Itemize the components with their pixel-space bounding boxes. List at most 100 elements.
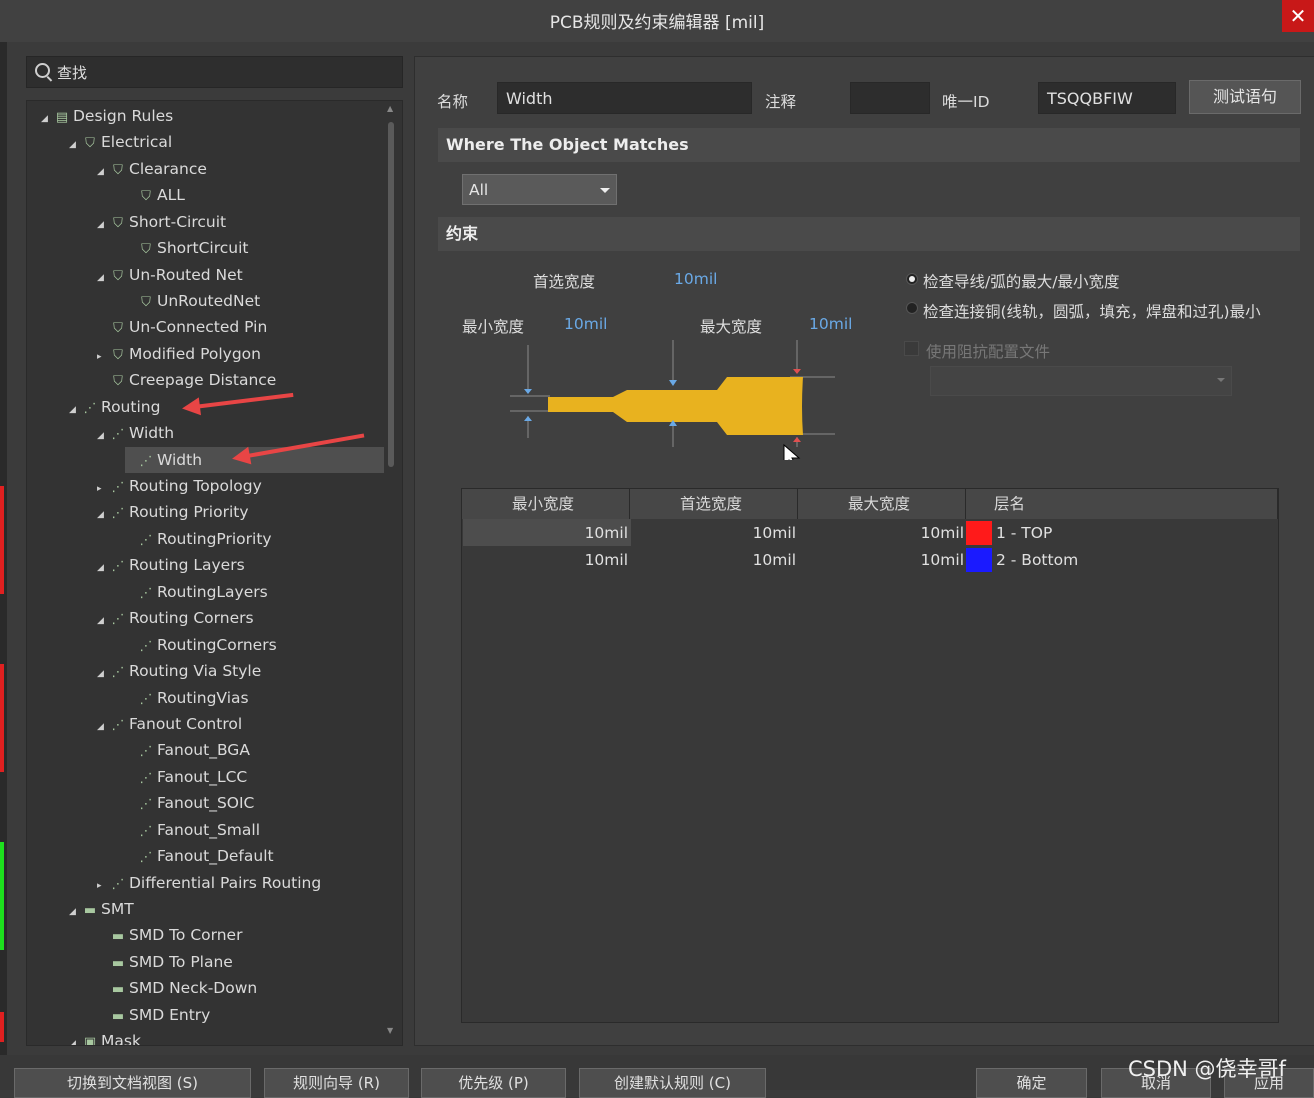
expand-toggle-icon[interactable]: ◢ bbox=[97, 502, 109, 528]
switch-to-document-view-button[interactable]: 切换到文档视图 (S) bbox=[14, 1068, 251, 1098]
close-button[interactable]: ✕ bbox=[1282, 0, 1314, 32]
tree-item[interactable]: ⛉ Un-Connected Pin bbox=[97, 314, 267, 340]
rule-wizard-button[interactable]: 规则向导 (R) bbox=[264, 1068, 409, 1098]
tree-item[interactable]: ◢ ⋰ Routing bbox=[69, 394, 160, 420]
priorities-button[interactable]: 优先级 (P) bbox=[421, 1068, 566, 1098]
radio-check-copper-width[interactable] bbox=[906, 302, 918, 314]
expand-toggle-icon[interactable]: ◢ bbox=[97, 265, 109, 291]
routing-icon: ⋰ bbox=[111, 480, 125, 495]
tree-item[interactable]: ◢ ⛉ Clearance bbox=[97, 156, 207, 182]
radio-check-track-width[interactable] bbox=[906, 273, 918, 285]
tree-item[interactable]: ▬ SMD To Plane bbox=[97, 949, 233, 975]
tree-item-label: RoutingVias bbox=[157, 689, 249, 707]
test-query-button[interactable]: 测试语句 bbox=[1189, 80, 1301, 114]
max-width-value[interactable]: 10mil bbox=[809, 315, 852, 333]
tree-item[interactable]: ◢ ▣ Mask bbox=[69, 1028, 141, 1045]
tree-item[interactable]: ◢ ⛉ Un-Routed Net bbox=[97, 262, 243, 288]
routing-icon: ⋰ bbox=[139, 797, 153, 812]
impedance-profile-select[interactable] bbox=[930, 366, 1232, 396]
tree-item[interactable]: ⛉ Creepage Distance bbox=[97, 367, 276, 393]
tree-item-label: Electrical bbox=[101, 133, 173, 151]
impedance-profile-checkbox[interactable] bbox=[904, 341, 919, 356]
tree-item[interactable]: ▸ ⋰ Differential Pairs Routing bbox=[97, 870, 321, 896]
cell-min-width[interactable]: 10mil bbox=[462, 520, 628, 546]
max-width-label: 最大宽度 bbox=[700, 318, 763, 336]
tree-item[interactable]: ⋰ RoutingLayers bbox=[125, 579, 268, 605]
tree-item[interactable]: ◢ ⛉ Short-Circuit bbox=[97, 209, 226, 235]
expand-toggle-icon[interactable]: ◢ bbox=[97, 212, 109, 238]
expand-toggle-icon[interactable]: ◢ bbox=[97, 661, 109, 687]
tree-item[interactable]: ▸ ⛉ Modified Polygon bbox=[97, 341, 261, 367]
tree-item[interactable]: ▬ SMD To Corner bbox=[97, 922, 243, 948]
expand-toggle-icon[interactable]: ◢ bbox=[97, 159, 109, 185]
where-scope-select[interactable]: All bbox=[462, 174, 617, 205]
smt-icon: ▬ bbox=[111, 1009, 125, 1024]
expand-toggle-icon[interactable]: ◢ bbox=[97, 608, 109, 634]
routing-icon: ⋰ bbox=[111, 506, 125, 521]
routing-icon: ⋰ bbox=[139, 639, 153, 654]
chevron-down-icon bbox=[1217, 378, 1225, 382]
scroll-up-icon[interactable]: ▲ bbox=[387, 104, 393, 113]
tree-item[interactable]: ◢ ⛉ Electrical bbox=[69, 129, 172, 155]
cell-max-width[interactable]: 10mil bbox=[798, 520, 964, 546]
column-header-preferred-width[interactable]: 首选宽度 bbox=[630, 489, 798, 519]
unique-id-field[interactable]: TSQQBFIW bbox=[1038, 82, 1176, 114]
cell-max-width[interactable]: 10mil bbox=[798, 547, 964, 573]
column-header-min-width[interactable]: 最小宽度 bbox=[462, 489, 630, 519]
expand-toggle-icon[interactable]: ◢ bbox=[69, 397, 81, 423]
tree-scrollbar-thumb[interactable] bbox=[388, 122, 394, 467]
cell-min-width[interactable]: 10mil bbox=[462, 547, 628, 573]
tree-item[interactable]: ▬ SMD Neck-Down bbox=[97, 975, 257, 1001]
tree-item[interactable]: ⋰ Fanout_Small bbox=[125, 817, 261, 843]
expand-toggle-icon[interactable]: ◢ bbox=[69, 132, 81, 158]
tree-item[interactable]: ◢ ▬ SMT bbox=[69, 896, 134, 922]
create-default-rules-button[interactable]: 创建默认规则 (C) bbox=[579, 1068, 766, 1098]
expand-toggle-icon[interactable]: ◢ bbox=[41, 106, 53, 132]
tree-item[interactable]: ▬ SMD Entry bbox=[97, 1002, 210, 1028]
tree-item-label: ShortCircuit bbox=[157, 239, 249, 257]
tree-item[interactable]: ⋰ RoutingCorners bbox=[125, 632, 277, 658]
tree-item[interactable]: ▸ ⋰ Routing Topology bbox=[97, 473, 262, 499]
expand-toggle-icon[interactable]: ◢ bbox=[97, 714, 109, 740]
cursor-icon bbox=[783, 443, 801, 460]
expand-toggle-icon[interactable]: ◢ bbox=[97, 555, 109, 581]
tree-item[interactable]: ⛉ UnRoutedNet bbox=[125, 288, 260, 314]
radio-check-copper-width-label[interactable]: 检查连接铜(线轨，圆弧，填充，焊盘和过孔)最小 bbox=[923, 300, 1278, 322]
name-field[interactable]: Width bbox=[497, 82, 752, 114]
column-header-layer-name[interactable]: 层名 bbox=[966, 489, 1278, 519]
tree-item[interactable]: ⋰ Width bbox=[125, 447, 384, 473]
search-input[interactable]: 查找 bbox=[26, 56, 403, 88]
rules-tree[interactable]: ◢ ▤ Design Rules ◢ ⛉ Electrical ◢ ⛉ Clearance ⛉ AL… bbox=[26, 100, 403, 1046]
cell-layer-name[interactable]: 2 - Bottom bbox=[996, 547, 1078, 573]
tree-item[interactable]: ◢ ⋰ Width bbox=[97, 420, 174, 446]
cell-preferred-width[interactable]: 10mil bbox=[630, 547, 796, 573]
column-header-max-width[interactable]: 最大宽度 bbox=[798, 489, 966, 519]
tree-item[interactable]: ⋰ Fanout_Default bbox=[125, 843, 274, 869]
radio-check-track-width-label[interactable]: 检查导线/弧的最大/最小宽度 bbox=[923, 270, 1119, 292]
tree-item[interactable]: ◢ ⋰ Routing Corners bbox=[97, 605, 254, 631]
ok-button[interactable]: 确定 bbox=[976, 1068, 1087, 1098]
min-width-value[interactable]: 10mil bbox=[564, 315, 607, 333]
tree-item[interactable]: ⋰ RoutingPriority bbox=[125, 526, 272, 552]
expand-toggle-icon[interactable]: ◢ bbox=[69, 1031, 81, 1045]
preferred-width-value[interactable]: 10mil bbox=[674, 270, 717, 288]
tree-item[interactable]: ⋰ Fanout_BGA bbox=[125, 737, 250, 763]
tree-item[interactable]: ⋰ RoutingVias bbox=[125, 685, 249, 711]
tree-item[interactable]: ⋰ Fanout_LCC bbox=[125, 764, 248, 790]
cell-layer-name[interactable]: 1 - TOP bbox=[996, 520, 1052, 546]
tree-item[interactable]: ◢ ⋰ Fanout Control bbox=[97, 711, 242, 737]
tree-item[interactable]: ⛉ ALL bbox=[125, 182, 185, 208]
expand-toggle-icon[interactable]: ◢ bbox=[97, 423, 109, 449]
tree-item[interactable]: ⋰ Fanout_SOIC bbox=[125, 790, 255, 816]
tree-item[interactable]: ◢ ⋰ Routing Priority bbox=[97, 499, 249, 525]
comment-field[interactable] bbox=[850, 82, 930, 114]
tree-item-label: Differential Pairs Routing bbox=[129, 874, 322, 892]
tree-item[interactable]: ◢ ⋰ Routing Layers bbox=[97, 552, 245, 578]
tree-item[interactable]: ◢ ⋰ Routing Via Style bbox=[97, 658, 261, 684]
tree-scrollbar[interactable]: ▲ ▼ bbox=[386, 104, 396, 1038]
tree-item[interactable]: ◢ ▤ Design Rules bbox=[41, 103, 173, 129]
scroll-down-icon[interactable]: ▼ bbox=[387, 1026, 393, 1035]
expand-toggle-icon[interactable]: ◢ bbox=[69, 899, 81, 925]
cell-preferred-width[interactable]: 10mil bbox=[630, 520, 796, 546]
tree-item[interactable]: ⛉ ShortCircuit bbox=[125, 235, 249, 261]
